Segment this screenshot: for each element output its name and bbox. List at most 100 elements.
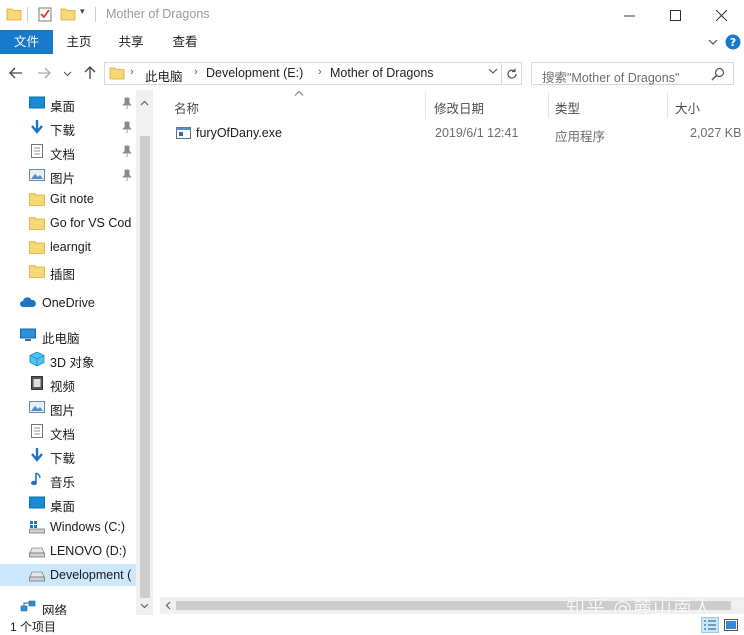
properties-icon[interactable] (37, 6, 53, 22)
navigation-pane[interactable]: 桌面 下载 文档 图片 Git note Go for VS Cod learn… (0, 90, 153, 615)
column-header-label: 修改日期 (434, 102, 485, 116)
search-input[interactable]: 搜索"Mother of Dragons" (531, 62, 734, 85)
sidebar-item-label: learngit (50, 240, 91, 254)
sidebar-item-downloads[interactable]: 下载 (0, 116, 136, 138)
desktop-icon (29, 496, 45, 509)
navigation-scrollbar-thumb[interactable] (140, 136, 150, 598)
table-row[interactable]: furyOfDany.exe 2019/6/1 12:41 应用程序 2,027… (170, 122, 744, 144)
large-icons-view-icon[interactable] (722, 617, 740, 633)
chevron-up-icon (140, 100, 149, 105)
sidebar-item-drive-e[interactable]: Development ( (0, 564, 153, 586)
file-size: 2,027 KB (690, 126, 742, 140)
maximize-icon (669, 9, 681, 21)
file-type: 应用程序 (555, 130, 606, 144)
tab-home[interactable]: 主页 (60, 30, 98, 54)
close-button[interactable] (698, 0, 744, 30)
sidebar-item-pc-desktop[interactable]: 桌面 (0, 492, 136, 514)
breadcrumb-separator-icon: › (194, 66, 198, 78)
sidebar-item-label: 3D 对象 (50, 356, 95, 370)
file-name[interactable]: furyOfDany.exe (196, 126, 282, 140)
refresh-button[interactable] (503, 62, 522, 85)
scroll-down-button[interactable] (136, 597, 153, 614)
item-count: 1 个项目 (10, 620, 57, 634)
sidebar-item-music[interactable]: 音乐 (0, 468, 136, 490)
windows-drive-icon (29, 521, 45, 534)
column-header-label: 名称 (174, 102, 200, 116)
breadcrumb-current-folder[interactable]: Mother of Dragons (330, 66, 434, 80)
sidebar-item-label: 文档 (50, 148, 76, 162)
sidebar-item-drive-c[interactable]: Windows (C:) (0, 516, 136, 538)
help-icon[interactable]: ? (725, 34, 741, 50)
sidebar-item-pc-pictures[interactable]: 图片 (0, 396, 136, 418)
window-title: Mother of Dragons (106, 7, 210, 21)
forward-button[interactable] (35, 64, 53, 82)
sidebar-item-label: 视频 (50, 380, 76, 394)
column-header-type[interactable]: 类型 (549, 90, 667, 120)
pin-icon[interactable] (121, 145, 133, 157)
sidebar-item-this-pc[interactable]: 此电脑 (0, 324, 136, 346)
chevron-left-icon (165, 601, 171, 610)
recent-locations-button[interactable] (60, 64, 74, 82)
sidebar-item-label: 此电脑 (42, 332, 80, 346)
sidebar-item-label: Git note (50, 192, 94, 206)
details-view-icon[interactable] (701, 617, 719, 633)
maximize-button[interactable] (652, 0, 698, 30)
pin-icon[interactable] (121, 169, 133, 181)
column-header-modified[interactable]: 修改日期 (426, 90, 548, 120)
sidebar-item-git-note[interactable]: Git note (0, 188, 136, 210)
sidebar-item-learngit[interactable]: learngit (0, 236, 136, 258)
back-button[interactable] (7, 64, 25, 82)
3d-objects-icon (29, 352, 45, 366)
close-icon (715, 9, 727, 21)
sidebar-item-network[interactable]: 网络 (0, 596, 136, 615)
sidebar-item-documents[interactable]: 文档 (0, 140, 136, 162)
title-bar: ▾ Mother of Dragons (0, 0, 744, 30)
sidebar-item-label: 下载 (50, 124, 76, 138)
scroll-left-button[interactable] (160, 597, 176, 614)
sidebar-item-label: Go for VS Cod (50, 216, 132, 230)
desktop-icon (29, 96, 45, 109)
sidebar-item-desktop[interactable]: 桌面 (0, 92, 136, 114)
document-icon (31, 144, 43, 158)
videos-icon (31, 376, 43, 390)
status-bar: 1 个项目 (0, 615, 744, 635)
sidebar-item-3d-objects[interactable]: 3D 对象 (0, 348, 136, 370)
file-list[interactable]: 名称 修改日期 类型 大小 furyOfDany.exe 2019/6/1 12… (160, 90, 744, 615)
scroll-up-button[interactable] (136, 94, 153, 111)
search-icon[interactable] (711, 67, 725, 81)
search-placeholder: 搜索"Mother of Dragons" (542, 71, 680, 85)
sidebar-item-onedrive[interactable]: OneDrive (0, 292, 136, 314)
minimize-button[interactable] (606, 0, 652, 30)
pin-icon[interactable] (121, 97, 133, 109)
address-bar[interactable]: › 此电脑 › Development (E:) › Mother of Dra… (104, 62, 502, 85)
up-button[interactable] (81, 64, 99, 82)
folder-icon (6, 8, 22, 21)
sidebar-item-pc-documents[interactable]: 文档 (0, 420, 136, 442)
folder-icon (29, 217, 45, 230)
new-folder-icon[interactable] (60, 6, 76, 22)
sidebar-item-label: 图片 (50, 172, 76, 186)
column-header-label: 类型 (555, 102, 581, 116)
download-icon (31, 448, 43, 462)
network-icon (20, 600, 36, 612)
breadcrumb-this-pc[interactable]: 此电脑 (145, 66, 183, 85)
sidebar-item-videos[interactable]: 视频 (0, 372, 136, 394)
sidebar-item-pictures[interactable]: 图片 (0, 164, 136, 186)
column-header-name[interactable]: 名称 (160, 90, 424, 120)
breadcrumb-drive[interactable]: Development (E:) (206, 66, 303, 80)
tab-file[interactable]: 文件 (0, 30, 53, 54)
sidebar-item-drive-d[interactable]: LENOVO (D:) (0, 540, 136, 562)
sidebar-item-go-for-vs-code[interactable]: Go for VS Cod (0, 212, 136, 234)
minimize-icon (623, 15, 635, 16)
arrow-right-icon (38, 67, 51, 79)
address-history-button[interactable] (486, 66, 500, 82)
tab-view[interactable]: 查看 (166, 30, 204, 54)
expand-ribbon-icon[interactable] (706, 34, 720, 50)
quick-access-dropdown-icon[interactable]: ▾ (80, 6, 85, 17)
sidebar-item-illustrations[interactable]: 插图 (0, 260, 136, 282)
pin-icon[interactable] (121, 121, 133, 133)
column-header-size[interactable]: 大小 (668, 90, 744, 120)
tab-share[interactable]: 共享 (112, 30, 150, 54)
sidebar-item-pc-downloads[interactable]: 下载 (0, 444, 136, 466)
folder-icon (109, 67, 125, 80)
